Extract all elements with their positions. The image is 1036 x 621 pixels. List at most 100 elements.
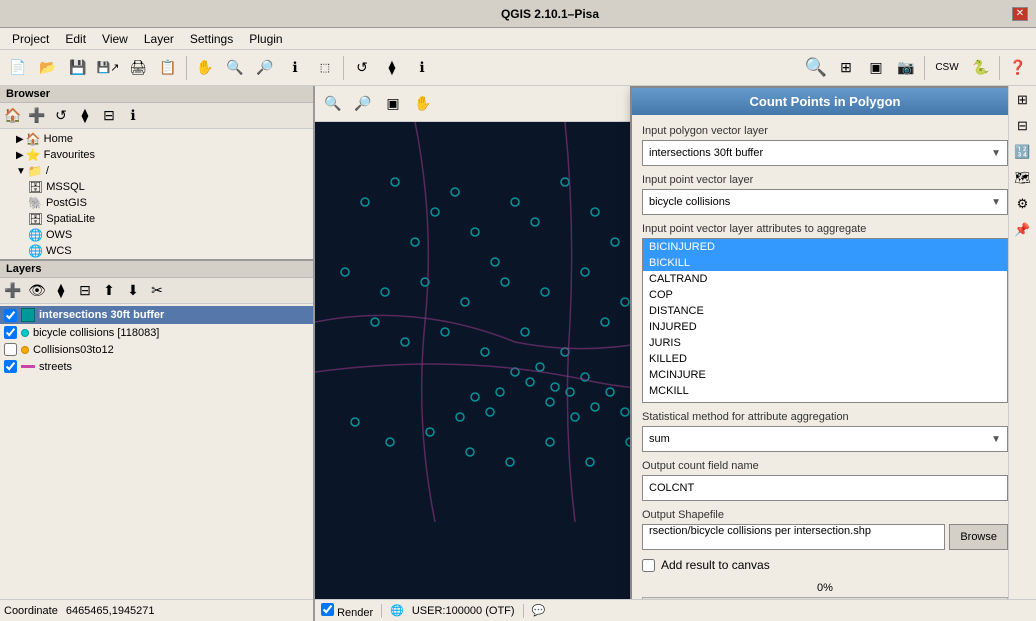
python-button[interactable]: 🐍 xyxy=(967,54,995,82)
browser-refresh-btn[interactable]: ↺ xyxy=(50,105,72,127)
zoom-out-button[interactable]: 🔎 xyxy=(251,54,279,82)
layer-item-collisions[interactable]: Collisions03to12 xyxy=(0,341,313,358)
pan-button[interactable]: ✋ xyxy=(191,54,219,82)
browser-home-btn[interactable]: 🏠 xyxy=(2,105,24,127)
open-button[interactable]: 📂 xyxy=(34,54,62,82)
capture-button[interactable]: 📷 xyxy=(892,54,920,82)
layer-filter-btn[interactable]: ⧫ xyxy=(50,280,72,302)
stat-method-combo[interactable]: sum ▼ xyxy=(642,426,1008,452)
browser-info-btn[interactable]: ℹ xyxy=(122,105,144,127)
layer-checkbox-streets[interactable] xyxy=(4,360,17,373)
attr-mcinjure[interactable]: MCINJURE xyxy=(643,367,1007,383)
window-close-button[interactable]: ✕ xyxy=(1012,7,1028,21)
spatialite-icon: 🗄 xyxy=(28,212,43,226)
tree-item-ows[interactable]: 🌐 OWS xyxy=(0,227,313,243)
tree-item-postgis[interactable]: 🐘 PostGIS xyxy=(0,195,313,211)
tree-item-wcs[interactable]: 🌐 WCS xyxy=(0,243,313,259)
right-btn-3[interactable]: 🔢 xyxy=(1011,140,1035,164)
csw-button[interactable]: CSW xyxy=(929,54,965,82)
help-button[interactable]: ❓ xyxy=(1004,54,1032,82)
shapefile-input[interactable]: rsection/bicycle collisions per intersec… xyxy=(642,524,945,550)
save-as-button[interactable]: 💾↗ xyxy=(94,54,122,82)
attr-injured[interactable]: INJURED xyxy=(643,319,1007,335)
layer-checkbox-intersections[interactable] xyxy=(4,309,17,322)
right-btn-2[interactable]: ⊟ xyxy=(1011,114,1035,138)
select-button[interactable]: ⬚ xyxy=(311,54,339,82)
attr-bicinjured[interactable]: BICINJURED xyxy=(643,239,1007,255)
browse-button[interactable]: Browse xyxy=(949,524,1008,550)
dialog-overlay: Count Points in Polygon Input polygon ve… xyxy=(315,86,1036,621)
tree-item-spatialite[interactable]: 🗄 SpatiaLite xyxy=(0,211,313,227)
layer-checkbox-collisions[interactable] xyxy=(4,343,17,356)
zoom-full-button[interactable]: 🔍 xyxy=(802,54,830,82)
render-checkbox[interactable] xyxy=(321,603,334,616)
zoom-in-button[interactable]: 🔍 xyxy=(221,54,249,82)
layer-move-down-btn[interactable]: ⬇ xyxy=(122,280,144,302)
right-btn-1[interactable]: ⊞ xyxy=(1011,88,1035,112)
attr-juris[interactable]: JURIS xyxy=(643,335,1007,351)
attr-cop[interactable]: COP xyxy=(643,287,1007,303)
tree-label-postgis: PostGIS xyxy=(46,197,87,209)
browser-collapse-btn[interactable]: ⊟ xyxy=(98,105,120,127)
attr-caltrand[interactable]: CALTRAND xyxy=(643,271,1007,287)
tree-item-home[interactable]: ▶ 🏠 Home xyxy=(0,131,313,147)
user-icon: 🌐 xyxy=(390,604,404,617)
status-bar: Render 🌐 USER:100000 (OTF) 💬 xyxy=(315,599,1036,621)
point-layer-label: Input point vector layer xyxy=(642,174,1008,186)
select-arrow-button[interactable]: ▣ xyxy=(862,54,890,82)
print-button[interactable]: 🖨 xyxy=(124,54,152,82)
compose-button[interactable]: 📋 xyxy=(154,54,182,82)
menu-view[interactable]: View xyxy=(94,30,136,48)
output-field-input[interactable] xyxy=(642,475,1008,501)
point-layer-combo[interactable]: bicycle collisions ▼ xyxy=(642,189,1008,215)
new-button[interactable]: 📄 xyxy=(4,54,32,82)
polygon-layer-arrow: ▼ xyxy=(991,148,1001,159)
browser-filter-btn[interactable]: ⧫ xyxy=(74,105,96,127)
right-btn-4[interactable]: 🗺 xyxy=(1011,166,1035,190)
layer-collapse-btn[interactable]: ⊟ xyxy=(74,280,96,302)
tree-item-favourites[interactable]: ▶ ⭐ Favourites xyxy=(0,147,313,163)
layer-item-streets[interactable]: streets xyxy=(0,358,313,375)
add-to-canvas-row: Add result to canvas xyxy=(642,558,1008,572)
menu-plugin[interactable]: Plugin xyxy=(241,30,290,48)
refresh-button[interactable]: ↺ xyxy=(348,54,376,82)
tree-label-favourites: Favourites xyxy=(44,149,95,161)
attr-bickill[interactable]: BICKILL xyxy=(643,255,1007,271)
layer-eye-btn[interactable]: 👁 xyxy=(26,280,48,302)
tree-label-ows: OWS xyxy=(46,229,72,241)
attributes-listbox[interactable]: BICINJURED BICKILL CALTRAND COP DISTANCE… xyxy=(642,238,1008,403)
layer-checkbox-bicycle[interactable] xyxy=(4,326,17,339)
attr-mckill[interactable]: MCKILL xyxy=(643,383,1007,399)
tree-label-spatialite: SpatiaLite xyxy=(46,213,95,225)
right-btn-6[interactable]: 📌 xyxy=(1011,218,1035,242)
polygon-layer-combo[interactable]: intersections 30ft buffer ▼ xyxy=(642,140,1008,166)
save-button[interactable]: 💾 xyxy=(64,54,92,82)
layers-list: intersections 30ft buffer bicycle collis… xyxy=(0,304,313,599)
layer-add-btn[interactable]: ➕ xyxy=(2,280,24,302)
layer-remove-btn[interactable]: ✂ xyxy=(146,280,168,302)
menu-settings[interactable]: Settings xyxy=(182,30,241,48)
layer-item-bicycle[interactable]: bicycle collisions [118083] xyxy=(0,324,313,341)
browser-label: Browser xyxy=(6,88,50,100)
identify-button[interactable]: ℹ xyxy=(281,54,309,82)
tips-button[interactable]: ℹ xyxy=(408,54,436,82)
tree-item-root[interactable]: ▼ 📁 / xyxy=(0,163,313,179)
layer-move-up-btn[interactable]: ⬆ xyxy=(98,280,120,302)
zoom-selection-button[interactable]: ⊞ xyxy=(832,54,860,82)
right-btn-5[interactable]: ⚙ xyxy=(1011,192,1035,216)
left-panel: Browser 🏠 ➕ ↺ ⧫ ⊟ ℹ ▶ 🏠 Home ▶ ⭐ Fa xyxy=(0,86,315,621)
filter-button[interactable]: ⧫ xyxy=(378,54,406,82)
tree-item-mssql[interactable]: 🗄 MSSQL xyxy=(0,179,313,195)
menu-edit[interactable]: Edit xyxy=(57,30,94,48)
attr-month[interactable]: MONTH_ xyxy=(643,399,1007,403)
attr-killed[interactable]: KILLED xyxy=(643,351,1007,367)
add-to-canvas-checkbox[interactable] xyxy=(642,559,655,572)
layer-item-intersections[interactable]: intersections 30ft buffer xyxy=(0,306,313,324)
menu-project[interactable]: Project xyxy=(4,30,57,48)
browser-add-btn[interactable]: ➕ xyxy=(26,105,48,127)
attr-distance[interactable]: DISTANCE xyxy=(643,303,1007,319)
menu-layer[interactable]: Layer xyxy=(136,30,182,48)
render-label: Render xyxy=(321,603,373,619)
map-area[interactable]: 🔍 🔎 ▣ ✋ xyxy=(315,86,1036,621)
tree-label-wcs: WCS xyxy=(46,245,72,257)
